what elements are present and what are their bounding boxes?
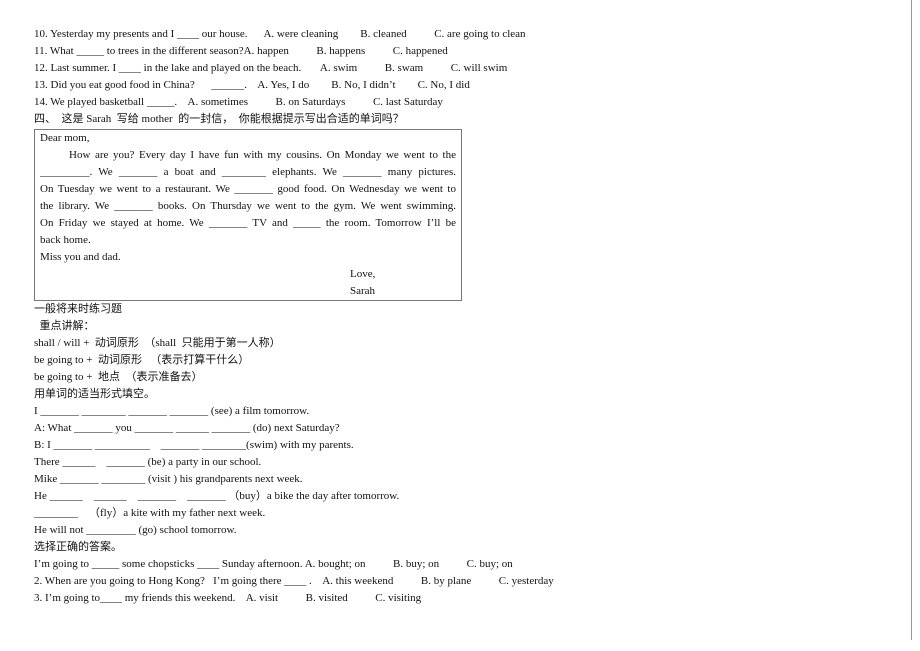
fill-in-item: B: I _______ __________ _______ ________… — [34, 439, 354, 451]
grammar-rule: be going to + 地点 （表示准备去） — [34, 371, 203, 383]
letter-signature: Sarah — [350, 285, 376, 297]
section-title: 一般将来时练习题 — [34, 303, 122, 315]
letter-line: On Tuesday we went to a restaurant. We _… — [40, 183, 456, 195]
fill-in-item: He ______ ______ _______ _______ （buy）a … — [34, 490, 400, 502]
grammar-rule: be going to + 动词原形 （表示打算干什么） — [34, 354, 250, 366]
letter-greeting: Dear mom, — [40, 132, 90, 144]
question-10: 10. Yesterday my presents and I ____ our… — [34, 28, 526, 40]
fill-in-item: There ______ _______ (be) a party in our… — [34, 456, 262, 468]
fill-in-item: ________ （fly）a kite with my father next… — [34, 507, 266, 519]
future-tense-section: 一般将来时练习题 重点讲解： shall / will + 动词原形 （shal… — [34, 301, 634, 607]
letter-line: How are you? Every day I have fun with m… — [69, 149, 456, 161]
page-edge-line — [911, 0, 912, 640]
choice-heading: 选择正确的答案。 — [34, 541, 122, 553]
fill-in-item: Mike _______ ________ (visit ) his grand… — [34, 473, 303, 485]
question-12: 12. Last summer. I ____ in the lake and … — [34, 62, 508, 74]
fill-in-item: He will not _________ (go) school tomorr… — [34, 524, 237, 536]
key-points-label: 重点讲解： — [34, 320, 95, 332]
choice-item: 2. When are you going to Hong Kong? I’m … — [34, 575, 554, 587]
fill-in-item: A: What _______ you _______ ______ _____… — [34, 422, 340, 434]
choice-item: I’m going to _____ some chopsticks ____ … — [34, 558, 513, 570]
letter-line: the library. We _______ books. On Thursd… — [40, 200, 456, 212]
fill-in-item: I _______ ________ _______ _______ (see)… — [34, 405, 310, 417]
letter-box: Dear mom, How are you? Every day I have … — [34, 129, 462, 301]
letter-closing: Miss you and dad. — [40, 251, 121, 263]
questions-past-tense: 10. Yesterday my presents and I ____ our… — [34, 26, 634, 128]
letter-line: On Friday we stayed at home. We _______ … — [40, 217, 456, 229]
question-13: 13. Did you eat good food in China? ____… — [34, 79, 470, 91]
question-14: 14. We played basketball _____. A. somet… — [34, 96, 443, 108]
document-page: 10. Yesterday my presents and I ____ our… — [34, 26, 634, 607]
letter-line: _________. We _______ a boat and _______… — [40, 166, 456, 178]
choice-item: 3. I’m going to____ my friends this week… — [34, 592, 422, 604]
fill-in-heading: 用单词的适当形式填空。 — [34, 388, 155, 400]
letter-love: Love, — [350, 268, 376, 280]
question-11: 11. What _____ to trees in the different… — [34, 45, 448, 57]
grammar-rule: shall / will + 动词原形 （shall 只能用于第一人称） — [34, 337, 281, 349]
section-four-heading: 四、 这是 Sarah 写给 mother 的一封信， 你能根据提示写出合适的单… — [34, 113, 404, 125]
letter-line: back home. — [40, 234, 91, 246]
